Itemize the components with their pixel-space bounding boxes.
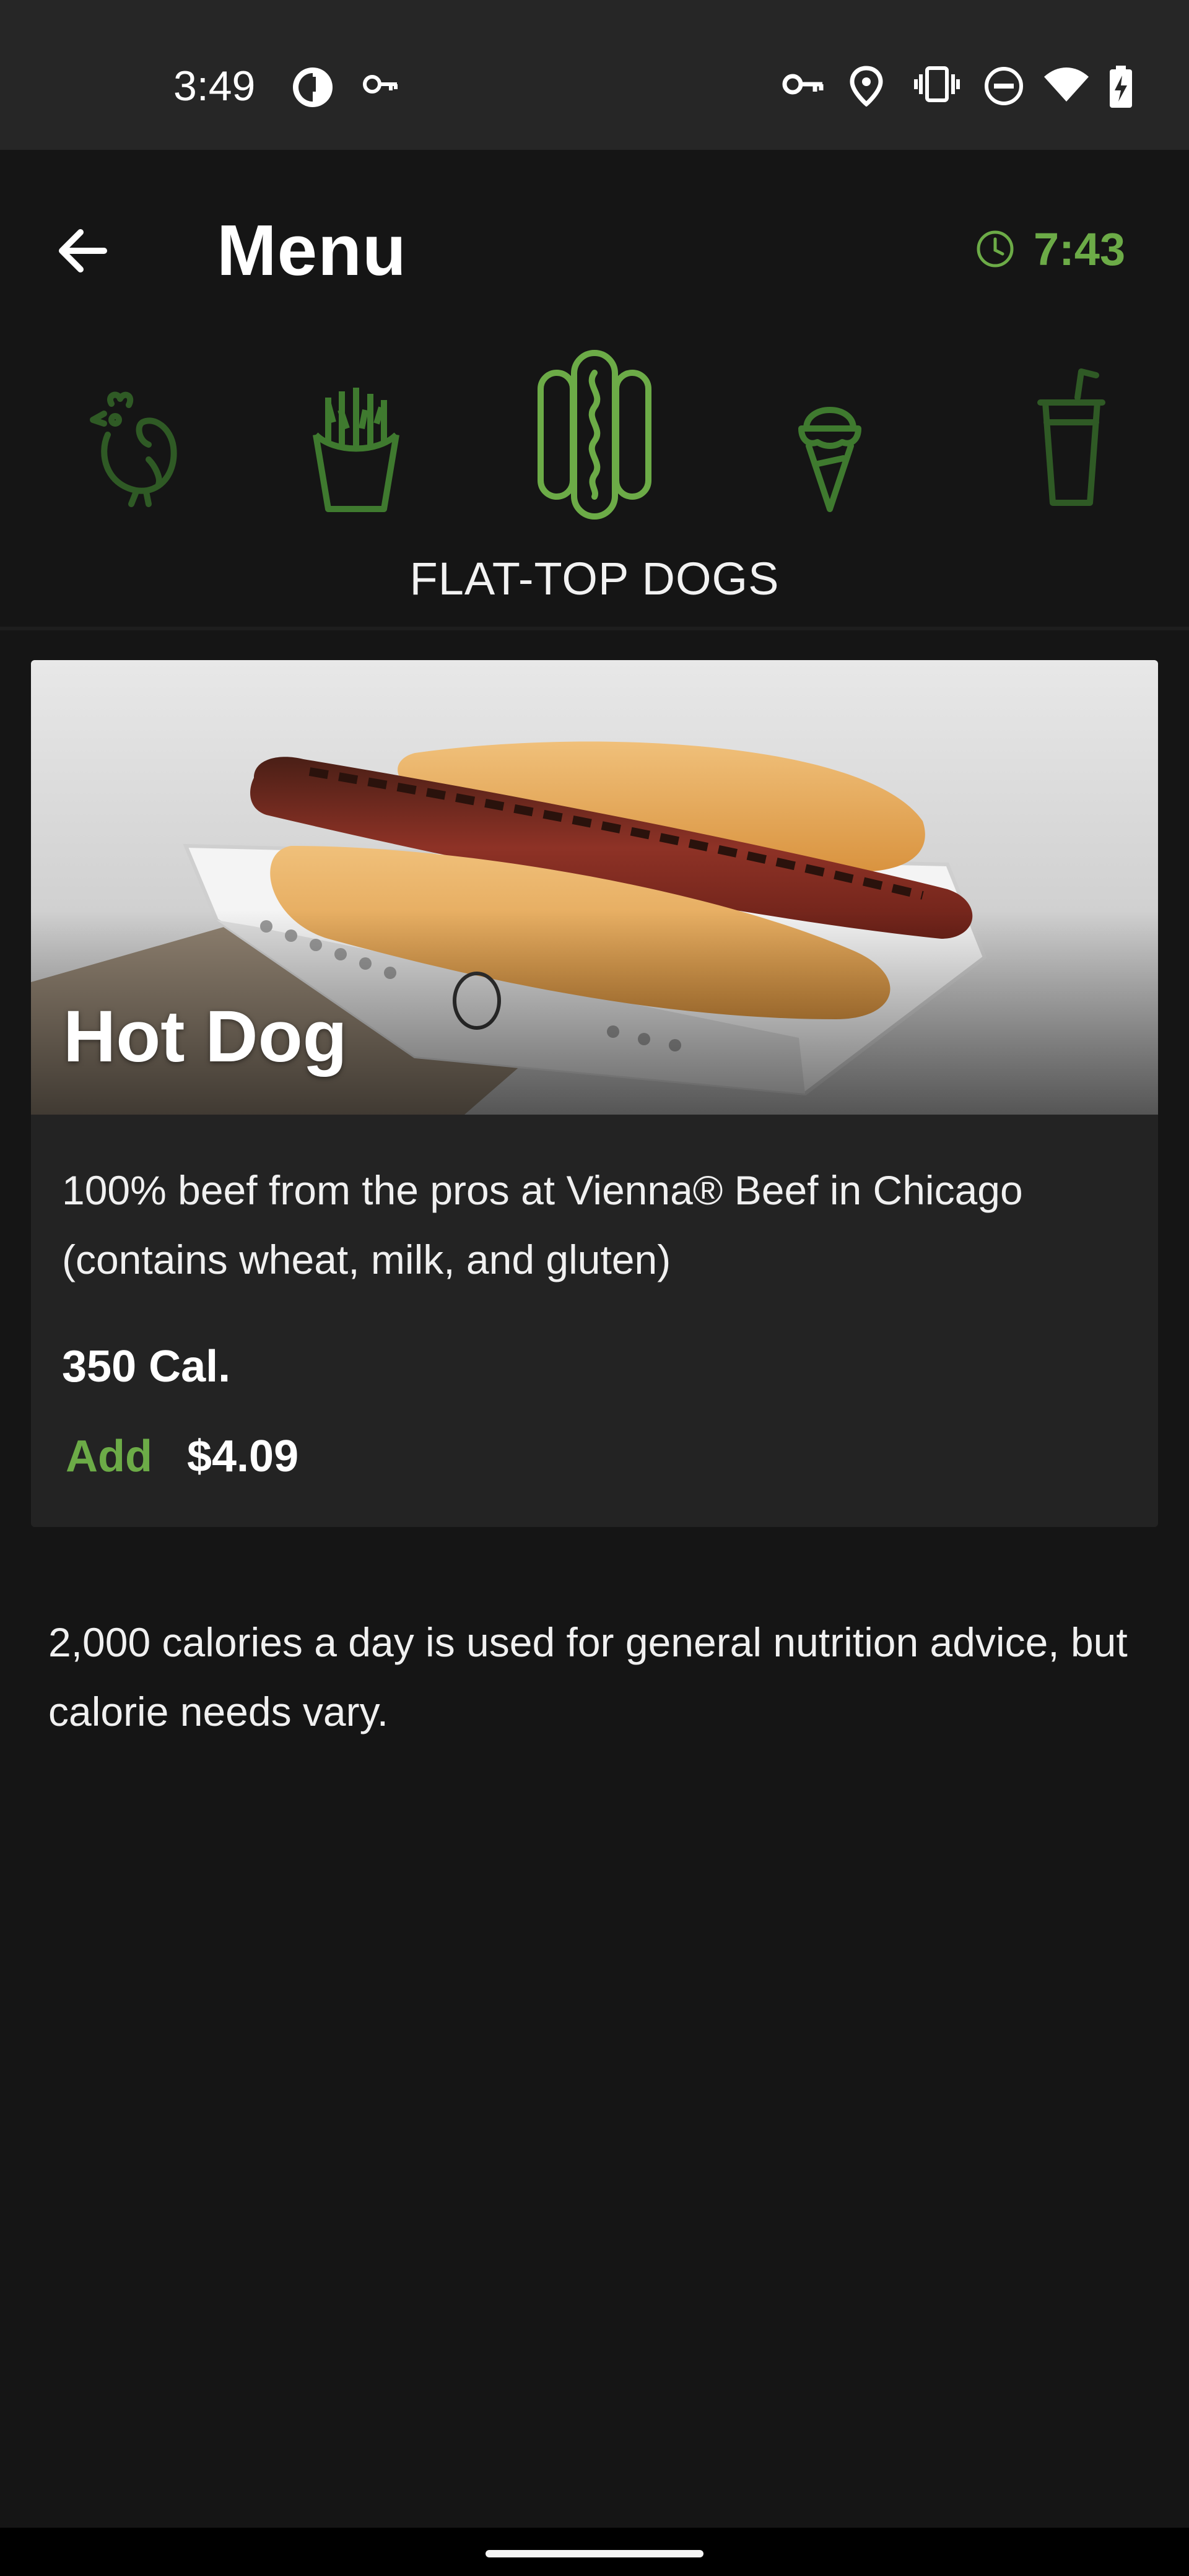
drink-cup-icon[interactable] (1034, 367, 1108, 515)
item-calories: 350 Cal. (62, 1342, 231, 1391)
home-handle[interactable] (486, 2550, 703, 2557)
item-price: $4.09 (186, 1432, 299, 1481)
selected-category-label: FLAT-TOP DOGS (409, 553, 780, 604)
wifi-icon (1044, 67, 1089, 102)
timer-value: 7:43 (1034, 223, 1126, 275)
divider (0, 627, 1189, 630)
page-title: Menu (217, 210, 407, 290)
arrow-left-icon (59, 229, 107, 272)
app-notification-icon (293, 67, 333, 107)
fries-icon[interactable] (303, 385, 409, 515)
app-bar: Menu 7:43 (0, 150, 1189, 329)
status-time: 3:49 (173, 63, 256, 110)
item-name: Hot Dog (63, 996, 347, 1077)
hot-dog-icon[interactable] (536, 348, 653, 521)
add-row: Add $4.09 (66, 1431, 298, 1482)
pickup-timer: 7:43 (975, 221, 1125, 277)
ice-cream-icon[interactable] (793, 385, 867, 515)
system-nav-bar (0, 2528, 1189, 2576)
clock-icon (977, 230, 1014, 268)
calorie-disclaimer: 2,000 calories a day is used for general… (48, 1619, 1128, 1734)
status-bar: 3:49 (0, 0, 1189, 150)
location-icon (850, 66, 883, 107)
back-button[interactable] (50, 217, 118, 285)
category-selector: FLAT-TOP DOGS (0, 329, 1189, 627)
key-icon (363, 75, 398, 94)
chicken-icon[interactable] (74, 385, 186, 509)
menu-item-card[interactable]: Hot Dog 100% beef from the pros at Vienn… (31, 660, 1158, 1527)
vpn-key-icon (782, 74, 824, 95)
vibrate-icon (914, 66, 960, 102)
do-not-disturb-icon (985, 67, 1023, 105)
add-button[interactable]: Add (66, 1431, 152, 1482)
battery-charging-icon (1110, 66, 1132, 108)
item-description: 100% beef from the pros at Vienna® Beef … (62, 1167, 1023, 1282)
